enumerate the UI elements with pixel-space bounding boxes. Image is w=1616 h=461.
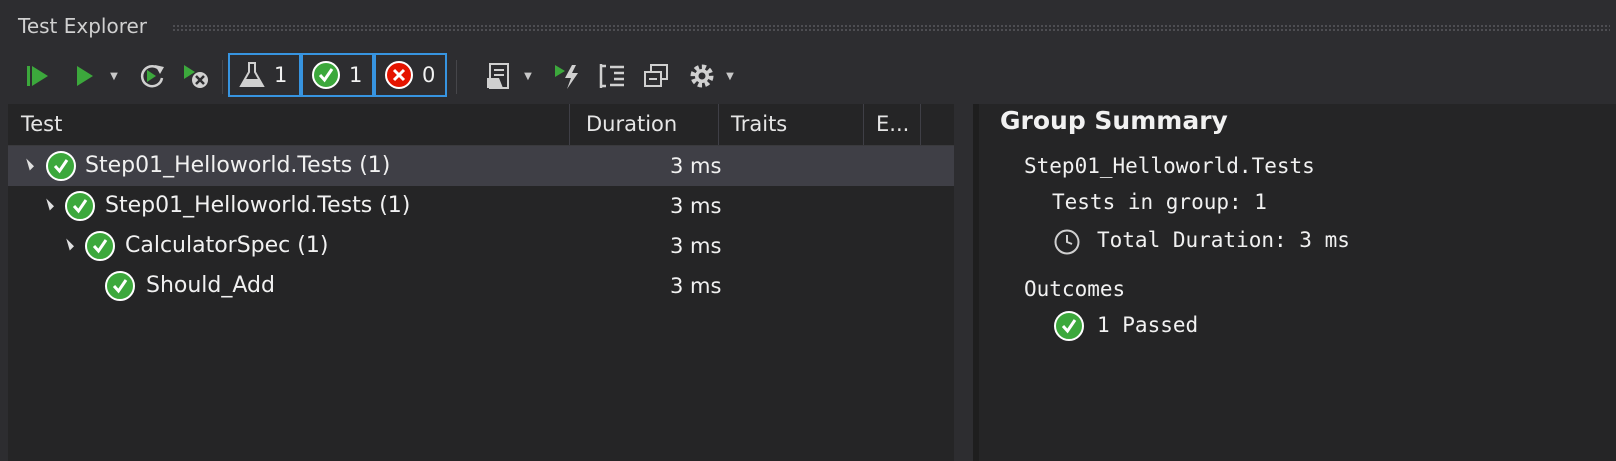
settings-dropdown-button[interactable]: ▼ <box>722 56 738 96</box>
run-after-build-button[interactable] <box>550 56 586 96</box>
collapse-all-button[interactable] <box>638 56 674 96</box>
row-duration: 3 ms <box>670 154 722 178</box>
passed-icon <box>46 151 76 181</box>
row-duration: 3 ms <box>670 274 722 298</box>
summary-group-name: Step01_Helloworld.Tests <box>1024 154 1315 178</box>
passed-count: 1 <box>349 63 363 87</box>
clock-icon <box>1054 229 1080 255</box>
group-summary-pane: Group Summary Step01_Helloworld.Tests Te… <box>979 104 1616 461</box>
run-icon <box>77 66 93 86</box>
passed-icon <box>1054 311 1084 341</box>
table-row[interactable]: Step01_Helloworld.Tests (1) 3 ms <box>8 146 954 186</box>
test-list-pane: Test Duration Traits E... Step01_Hellowo… <box>8 104 973 461</box>
title-grip[interactable] <box>172 24 1610 32</box>
failed-tests-filter[interactable]: 0 <box>374 53 447 97</box>
expand-collapse-icon[interactable] <box>61 238 75 251</box>
table-row[interactable]: Step01_Helloworld.Tests (1) 3 ms <box>8 186 954 226</box>
row-duration: 3 ms <box>670 234 722 258</box>
failed-icon <box>385 61 413 89</box>
summary-total-duration: Total Duration: 3 ms <box>1097 228 1350 252</box>
row-duration: 3 ms <box>670 194 722 218</box>
row-name: CalculatorSpec (1) <box>125 233 329 258</box>
passed-icon <box>312 61 340 89</box>
column-divider[interactable] <box>863 104 864 145</box>
group-by-button[interactable] <box>594 56 630 96</box>
repeat-last-run-button[interactable] <box>134 56 170 96</box>
passed-tests-filter[interactable]: 1 <box>301 53 374 97</box>
column-divider[interactable] <box>569 104 570 145</box>
table-row[interactable]: Should_Add 3 ms <box>8 266 954 306</box>
repeat-icon <box>140 65 164 88</box>
passed-icon <box>85 231 115 261</box>
row-name: Step01_Helloworld.Tests (1) <box>105 193 411 218</box>
failed-count: 0 <box>422 63 436 87</box>
chevron-down-icon: ▼ <box>524 70 532 82</box>
expand-collapse-icon[interactable] <box>21 158 35 171</box>
summary-outcomes-label: Outcomes <box>1024 277 1126 301</box>
column-header-traits[interactable]: Traits <box>723 104 863 145</box>
title-bar: Test Explorer <box>0 0 1616 50</box>
run-all-button[interactable] <box>20 56 56 96</box>
passed-icon <box>105 271 135 301</box>
row-name: Step01_Helloworld.Tests (1) <box>85 153 391 178</box>
column-header-error[interactable]: E... <box>868 104 918 145</box>
summary-title: Group Summary <box>1000 106 1228 135</box>
group-by-icon <box>599 64 624 88</box>
total-count: 1 <box>274 63 288 87</box>
run-after-build-icon <box>555 65 578 89</box>
summary-tests-in-group: Tests in group: 1 <box>1052 190 1267 214</box>
summary-passed-link[interactable]: 1 Passed <box>1097 313 1198 337</box>
total-tests-filter[interactable]: 1 <box>228 53 301 97</box>
table-row[interactable]: CalculatorSpec (1) 3 ms <box>8 226 954 266</box>
column-divider[interactable] <box>718 104 719 145</box>
column-header-test[interactable]: Test <box>13 104 573 145</box>
chevron-down-icon: ▼ <box>110 70 118 82</box>
settings-button[interactable] <box>684 56 720 96</box>
passed-icon <box>65 191 95 221</box>
expand-collapse-icon[interactable] <box>41 198 55 211</box>
column-header-row: Test Duration Traits E... <box>8 104 973 146</box>
column-header-duration[interactable]: Duration <box>578 104 718 145</box>
gear-icon <box>690 64 714 88</box>
flask-icon <box>239 62 265 87</box>
run-all-icon <box>27 66 48 86</box>
playlist-button[interactable] <box>482 56 518 96</box>
run-dropdown-button[interactable]: ▼ <box>106 56 122 96</box>
chevron-down-icon: ▼ <box>726 70 734 82</box>
playlist-icon <box>487 63 509 89</box>
column-divider[interactable] <box>920 104 921 145</box>
cancel-run-icon <box>184 65 208 88</box>
run-button[interactable] <box>66 56 102 96</box>
playlist-dropdown-button[interactable]: ▼ <box>520 56 536 96</box>
vertical-scrollbar[interactable] <box>954 104 973 461</box>
window-title: Test Explorer <box>18 14 148 38</box>
toolbar: ▼ 1 1 0 ▼ ▼ <box>0 50 1616 104</box>
row-name: Should_Add <box>146 273 275 298</box>
cancel-run-button[interactable] <box>178 56 214 96</box>
collapse-all-icon <box>644 64 668 87</box>
toolbar-separator <box>456 60 457 94</box>
toolbar-separator <box>222 60 223 94</box>
